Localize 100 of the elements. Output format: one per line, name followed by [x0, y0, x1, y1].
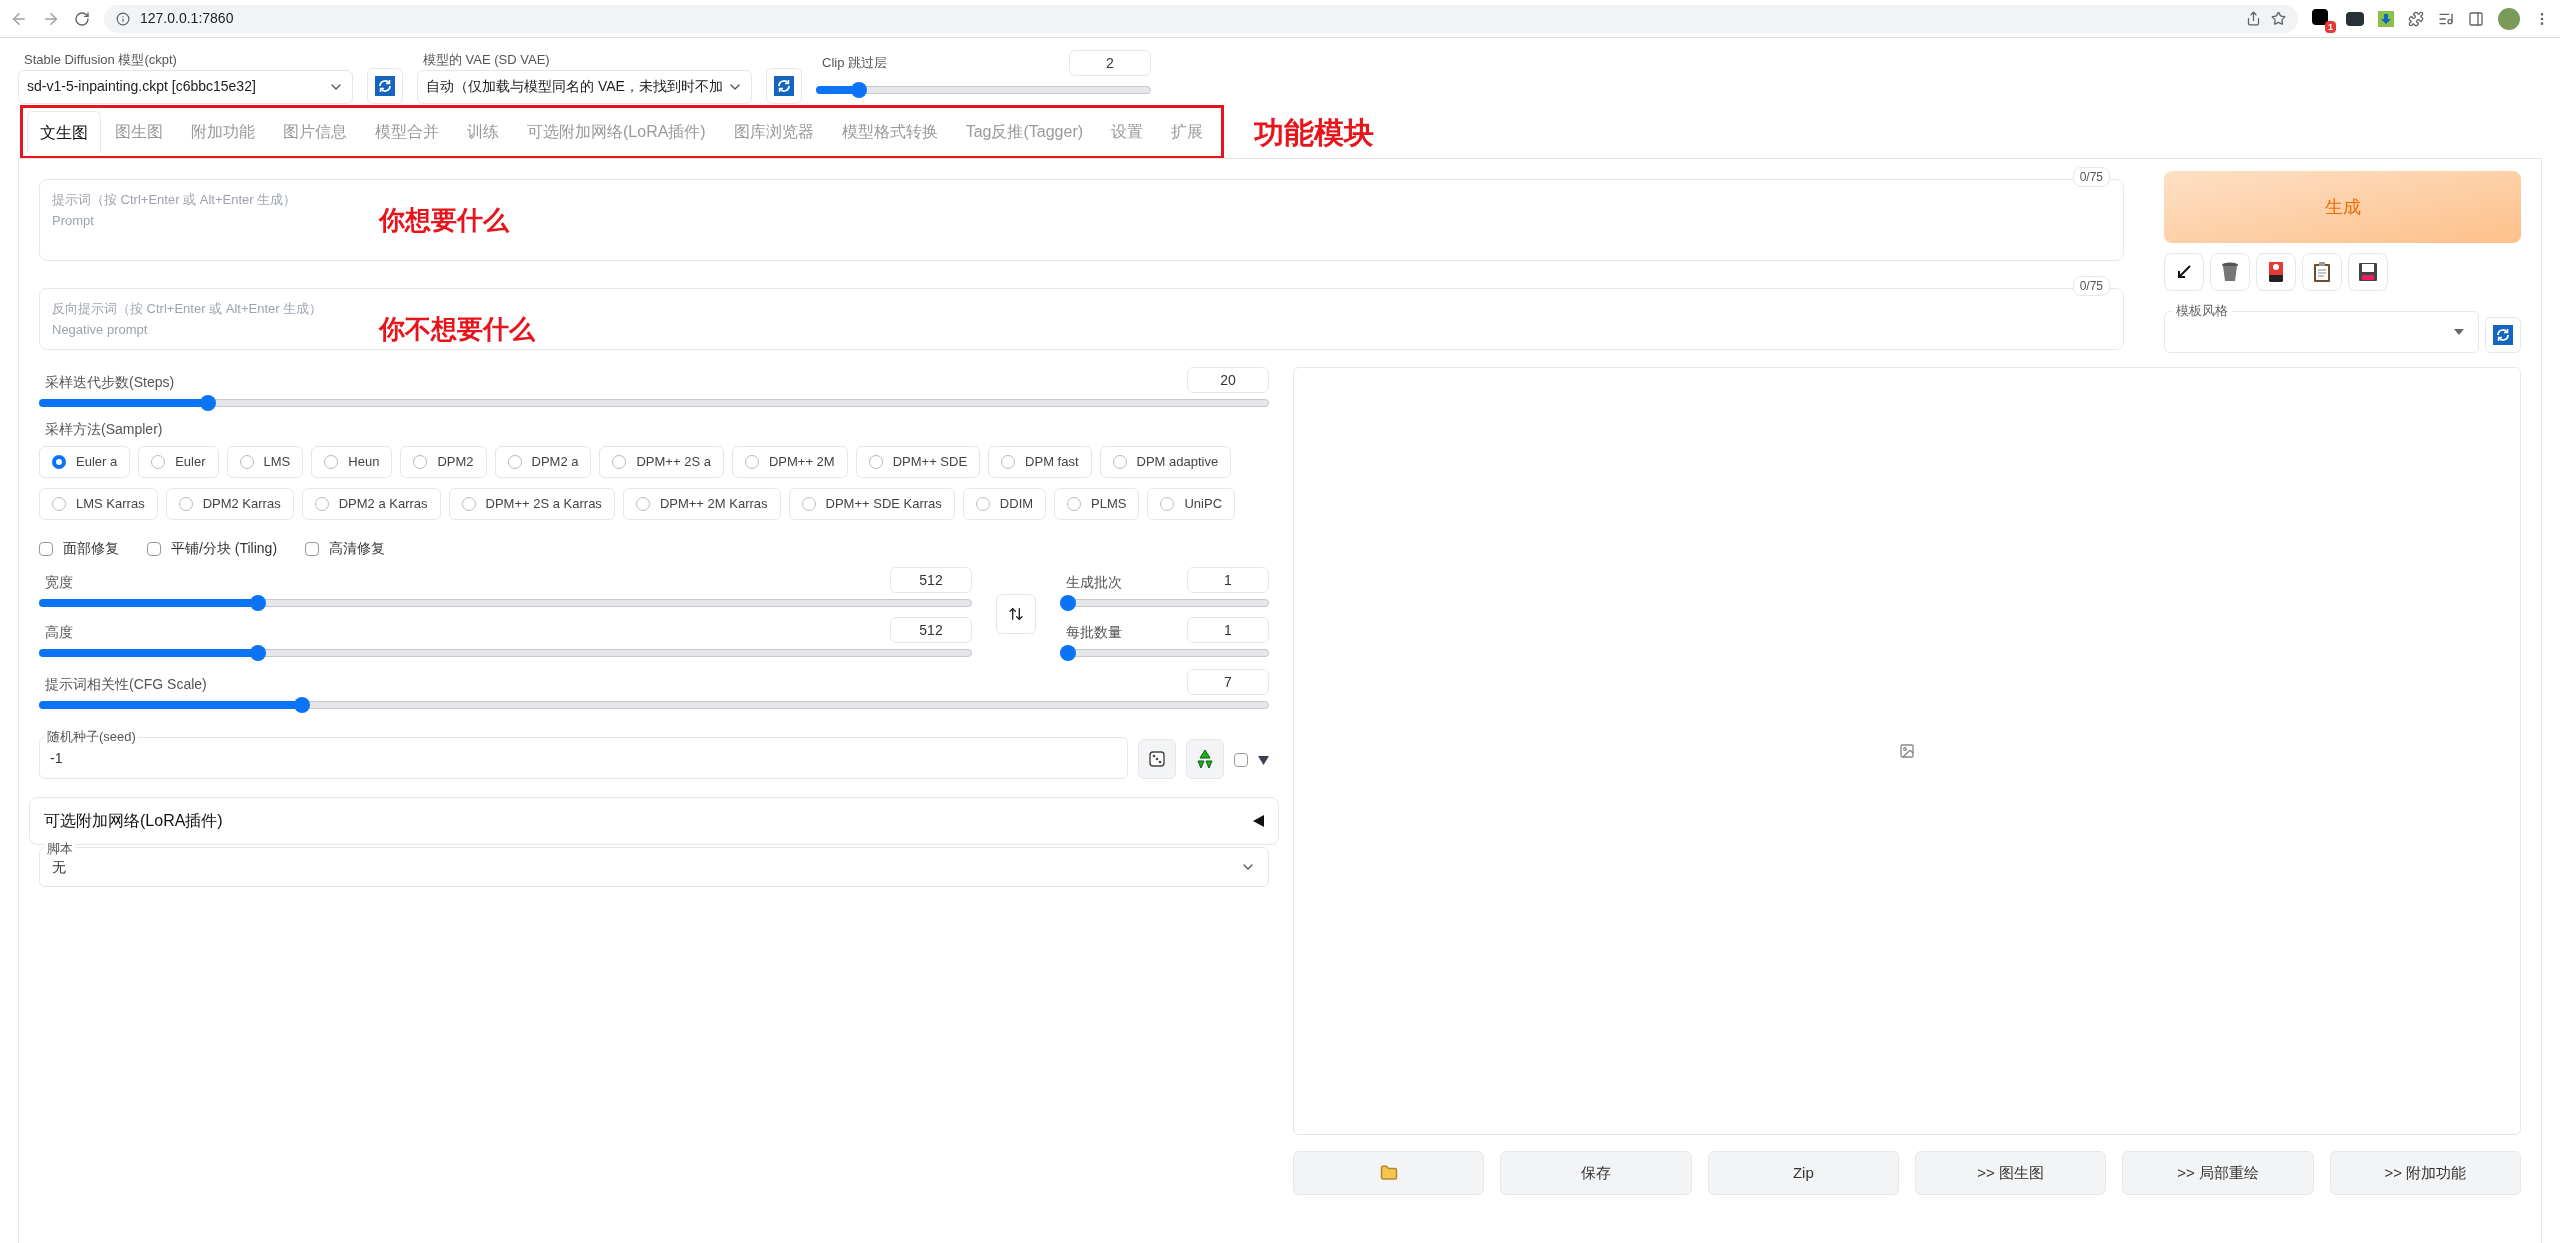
action-button[interactable]: >> 局部重绘: [2122, 1151, 2314, 1195]
caret-down-icon[interactable]: [1258, 756, 1269, 765]
slider-thumb[interactable]: [200, 395, 217, 411]
radio-label: DPM2 a: [531, 453, 579, 472]
radio-option[interactable]: UniPC: [1147, 488, 1236, 520]
checkpoint-dropdown[interactable]: sd-v1-5-inpainting.ckpt [c6bbc15e32]: [18, 69, 353, 104]
radio-option[interactable]: LMS Karras: [39, 488, 158, 520]
download-extension-icon[interactable]: [2378, 10, 2394, 27]
trash-button[interactable]: [2210, 253, 2250, 291]
slider-track[interactable]: [39, 595, 972, 611]
checkbox[interactable]: [1234, 753, 1248, 767]
swap-button[interactable]: [996, 594, 1036, 634]
radio-option[interactable]: DPM++ SDE: [855, 446, 981, 478]
slider-label: 高度: [44, 623, 73, 642]
slider-track[interactable]: [816, 82, 1151, 98]
slider-track[interactable]: [39, 697, 1269, 713]
address-bar[interactable]: 127.0.0.1:7860: [104, 4, 2298, 33]
side-panel-icon[interactable]: [2468, 10, 2484, 27]
number-field[interactable]: 7: [1187, 669, 1269, 695]
radio-option[interactable]: DPM++ 2M: [731, 446, 848, 478]
radio-label: Heun: [348, 453, 380, 472]
number-field[interactable]: 512: [890, 617, 972, 643]
swap-icon: [1008, 606, 1024, 622]
refresh-button[interactable]: [766, 68, 802, 104]
slider-track[interactable]: [39, 645, 972, 661]
radio-option[interactable]: DPM++ 2S a Karras: [448, 488, 615, 520]
extensions-icon[interactable]: [2408, 10, 2424, 27]
radio-label: DPM adaptive: [1136, 453, 1219, 472]
refresh-button[interactable]: [2485, 317, 2521, 353]
checkbox[interactable]: [39, 541, 53, 556]
slider-label: 生成批次: [1065, 573, 1122, 592]
radio-option[interactable]: DPM2 Karras: [165, 488, 294, 520]
radio-option[interactable]: DPM fast: [988, 446, 1092, 478]
folder-icon: [1379, 1164, 1398, 1182]
tab[interactable]: 文生图: [27, 111, 101, 153]
radio-option[interactable]: PLMS: [1054, 488, 1140, 520]
number-field[interactable]: 2: [1069, 50, 1151, 76]
refresh-icon: [774, 76, 794, 96]
extension-icon[interactable]: [2312, 8, 2328, 25]
caret-icon: [2454, 329, 2464, 335]
number-field[interactable]: 20: [1187, 367, 1269, 393]
clipboard-button[interactable]: [2302, 253, 2342, 291]
save-button[interactable]: [2348, 253, 2388, 291]
radio-option[interactable]: Euler: [138, 446, 219, 478]
token-counter: 0/75: [2072, 167, 2110, 187]
dice-button[interactable]: [1138, 739, 1176, 779]
radio-option[interactable]: Euler a: [39, 446, 131, 478]
radio-label: DPM++ 2M: [768, 453, 835, 472]
reload-icon[interactable]: [74, 10, 90, 27]
bookmark-icon[interactable]: [2271, 11, 2286, 26]
action-button[interactable]: >> 附加功能: [2329, 1151, 2521, 1195]
action-button[interactable]: >> 图生图: [1915, 1151, 2107, 1195]
number-field[interactable]: 1: [1187, 567, 1269, 593]
recycle-button[interactable]: [1186, 739, 1224, 779]
vae-dropdown[interactable]: 自动（仅加载与模型同名的 VAE，未找到时不加: [417, 69, 752, 104]
refresh-button[interactable]: [367, 68, 403, 104]
radio-option[interactable]: DPM++ 2M Karras: [622, 488, 781, 520]
collapse-triangle-icon: [1253, 815, 1264, 827]
share-icon[interactable]: [2246, 11, 2261, 26]
annotation-text: 功能模块: [1254, 114, 1375, 151]
radio-option[interactable]: LMS: [226, 446, 304, 478]
dice-icon: [1148, 750, 1166, 768]
radio-label: DPM fast: [1025, 453, 1079, 472]
slider-thumb[interactable]: [249, 595, 266, 611]
radio-option[interactable]: Heun: [311, 446, 393, 478]
card-icon: [2269, 262, 2283, 282]
radio-option[interactable]: DDIM: [962, 488, 1047, 520]
image-placeholder-icon: [1899, 743, 1915, 759]
field-label: Stable Diffusion 模型(ckpt): [23, 51, 178, 69]
field-label: 随机种子(seed): [45, 727, 138, 747]
extension-icon[interactable]: [2346, 11, 2364, 26]
slider-track[interactable]: [1060, 645, 1269, 661]
slider-thumb[interactable]: [1060, 595, 1076, 611]
radio-option[interactable]: DPM2 a Karras: [301, 488, 441, 520]
slider-thumb[interactable]: [249, 645, 266, 661]
action-button[interactable]: 保存: [1500, 1151, 1692, 1195]
radio-option[interactable]: DPM adaptive: [1099, 446, 1232, 478]
number-field[interactable]: 512: [890, 567, 972, 593]
checkbox[interactable]: [147, 541, 161, 556]
radio-option[interactable]: DPM2 a: [494, 446, 592, 478]
action-button[interactable]: Zip: [1707, 1151, 1899, 1195]
radio-label: DPM2 a Karras: [338, 495, 428, 514]
checkbox[interactable]: [305, 541, 320, 556]
slider-track[interactable]: [1060, 595, 1269, 611]
radio-option[interactable]: DPM++ 2S a: [599, 446, 724, 478]
card-button[interactable]: [2256, 253, 2296, 291]
slider-label: 提示词相关性(CFG Scale): [44, 675, 207, 694]
slider-thumb[interactable]: [851, 82, 868, 98]
slider-thumb[interactable]: [1060, 645, 1076, 661]
number-field[interactable]: 1: [1187, 617, 1269, 643]
slider-label: Clip 跳过层: [821, 54, 887, 73]
radio-option[interactable]: DPM++ SDE Karras: [788, 488, 955, 520]
profile-avatar[interactable]: [2498, 7, 2520, 30]
trash-icon: [2221, 262, 2239, 282]
radio-label: LMS Karras: [76, 495, 145, 514]
slider-thumb[interactable]: [293, 697, 310, 713]
arrow-button[interactable]: [2164, 253, 2204, 291]
field-label: 采样方法(Sampler): [44, 420, 164, 439]
radio-option[interactable]: DPM2: [400, 446, 487, 478]
slider-track[interactable]: [39, 395, 1269, 411]
